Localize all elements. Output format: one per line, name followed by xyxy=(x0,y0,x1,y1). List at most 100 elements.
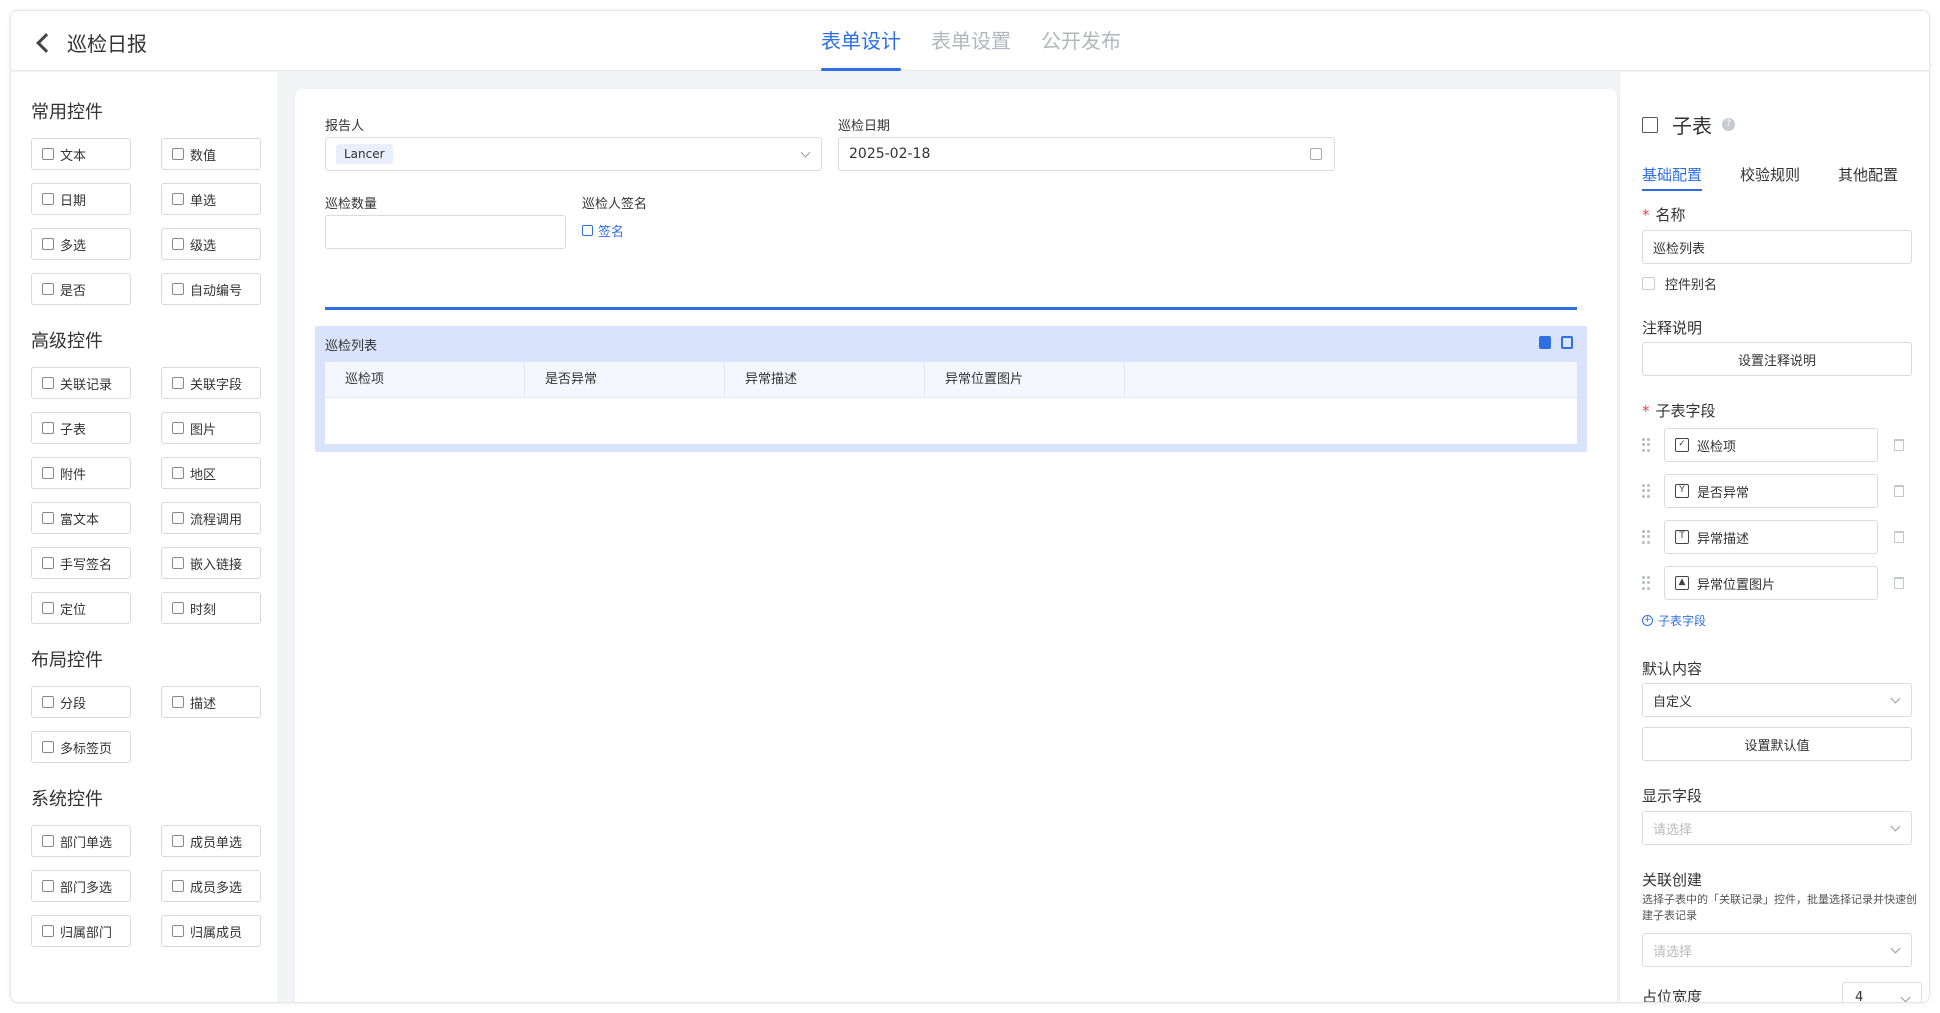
trash-icon[interactable] xyxy=(1894,577,1904,589)
control-item[interactable]: 地区 xyxy=(161,457,261,489)
control-item[interactable]: 数值 xyxy=(161,138,261,170)
control-item-label: 成员多选 xyxy=(190,880,243,896)
control-item-label: 子表 xyxy=(60,422,87,438)
linked-create-placeholder: 请选择 xyxy=(1653,944,1693,960)
checkbox-box[interactable] xyxy=(1642,277,1655,290)
name-label: * 名称 xyxy=(1642,206,1686,224)
control-item[interactable]: 分段 xyxy=(31,686,131,718)
control-item[interactable]: 嵌入链接 xyxy=(161,547,261,579)
control-item-label: 级选 xyxy=(190,238,217,254)
control-item[interactable]: 归属部门 xyxy=(31,915,131,947)
control-item[interactable]: 归属成员 xyxy=(161,915,261,947)
control-item[interactable]: 子表 xyxy=(31,412,131,444)
control-item[interactable]: 自动编号 xyxy=(161,273,261,305)
control-item[interactable]: 时刻 xyxy=(161,592,261,624)
tab-other-config[interactable]: 其他配置 xyxy=(1838,164,1898,191)
help-icon[interactable]: ? xyxy=(1722,118,1735,131)
control-item-label: 归属成员 xyxy=(190,925,243,941)
drag-handle-icon[interactable] xyxy=(1642,530,1650,544)
control-item[interactable]: 手写签名 xyxy=(31,547,131,579)
control-item[interactable]: 成员单选 xyxy=(161,825,261,857)
control-icon xyxy=(42,741,54,753)
subfield-box[interactable]: Y 是否异常 xyxy=(1664,474,1878,508)
control-item[interactable]: 单选 xyxy=(161,183,261,215)
back-button[interactable]: 巡检日报 xyxy=(33,28,147,57)
reporter-select[interactable]: Lancer xyxy=(325,137,822,171)
date-input[interactable]: 2025-02-18 xyxy=(838,137,1335,171)
control-item[interactable]: 多选 xyxy=(31,228,131,260)
control-item[interactable]: 图片 xyxy=(161,412,261,444)
control-icon xyxy=(42,283,54,295)
control-item[interactable]: 定位 xyxy=(31,592,131,624)
sign-link[interactable]: 签名 xyxy=(582,221,624,240)
control-icon xyxy=(172,193,184,205)
app-window: 巡检日报 表单设计 表单设置 公开发布 常用控件 文本 数值 日期 单选 多选 级选 是否 自动… xyxy=(10,10,1930,1003)
linked-create-select[interactable]: 请选择 xyxy=(1642,933,1912,967)
top-header: 巡检日报 表单设计 表单设置 公开发布 xyxy=(11,11,1929,71)
tab-form-settings[interactable]: 表单设置 xyxy=(931,11,1011,71)
control-item-label: 附件 xyxy=(60,467,87,483)
properties-title-text: 子表 xyxy=(1672,114,1712,138)
control-item[interactable]: 是否 xyxy=(31,273,131,305)
control-item-label: 定位 xyxy=(60,602,87,618)
display-field-select[interactable]: 请选择 xyxy=(1642,811,1912,845)
control-item[interactable]: 流程调用 xyxy=(161,502,261,534)
subtable-column[interactable]: 巡检项 xyxy=(325,362,525,397)
alias-checkbox[interactable]: 控件别名 xyxy=(1642,274,1717,293)
control-item[interactable]: 描述 xyxy=(161,686,261,718)
copy-icon[interactable] xyxy=(1539,336,1551,349)
control-item[interactable]: 富文本 xyxy=(31,502,131,534)
subtable-column[interactable]: 是否异常 xyxy=(525,362,725,397)
trash-icon[interactable] xyxy=(1894,485,1904,497)
control-item[interactable]: 成员多选 xyxy=(161,870,261,902)
text-icon: T xyxy=(1675,530,1689,544)
control-item[interactable]: 多标签页 xyxy=(31,731,131,763)
set-default-button[interactable]: 设置默认值 xyxy=(1642,727,1912,761)
control-item-label: 分段 xyxy=(60,696,87,712)
control-item[interactable]: 部门单选 xyxy=(31,825,131,857)
tab-validation-rules[interactable]: 校验规则 xyxy=(1740,164,1800,191)
properties-title: 子表 ? xyxy=(1642,110,1735,139)
subfield-box[interactable]: ✓ 巡检项 xyxy=(1664,428,1878,462)
add-subfield-link[interactable]: + 子表字段 xyxy=(1642,612,1706,629)
drag-handle-icon[interactable] xyxy=(1642,438,1650,452)
control-icon xyxy=(42,512,54,524)
delete-icon[interactable] xyxy=(1561,336,1573,349)
subtable-column[interactable]: 异常描述 xyxy=(725,362,925,397)
control-item[interactable]: 级选 xyxy=(161,228,261,260)
control-grid: 部门单选 成员单选部门多选 成员多选归属部门 归属成员 xyxy=(31,825,278,947)
tab-basic-config[interactable]: 基础配置 xyxy=(1642,164,1703,191)
drag-handle-icon[interactable] xyxy=(1642,576,1650,590)
control-icon xyxy=(172,283,184,295)
chevron-left-icon xyxy=(36,32,56,53)
name-input[interactable]: 巡检列表 xyxy=(1642,230,1912,264)
control-item-label: 部门多选 xyxy=(60,880,113,896)
tab-form-design[interactable]: 表单设计 xyxy=(821,11,901,71)
control-icon xyxy=(42,377,54,389)
control-item[interactable]: 关联记录 xyxy=(31,367,131,399)
subtable-column[interactable]: 异常位置图片 xyxy=(925,362,1125,397)
subfield-box[interactable]: T 异常描述 xyxy=(1664,520,1878,554)
control-item[interactable]: 文本 xyxy=(31,138,131,170)
control-group-title: 系统控件 xyxy=(31,789,103,810)
subtable-widget[interactable]: 巡检列表 巡检项 是否异常 异常描述 异常位置图片 xyxy=(315,326,1587,452)
control-icon xyxy=(42,148,54,160)
control-item[interactable]: 附件 xyxy=(31,457,131,489)
control-item[interactable]: 关联字段 xyxy=(161,367,261,399)
subtable-actions xyxy=(1539,336,1573,349)
control-item[interactable]: 部门多选 xyxy=(31,870,131,902)
trash-icon[interactable] xyxy=(1894,439,1904,451)
reporter-tag[interactable]: Lancer xyxy=(336,144,393,164)
subfield-row: ▲ 异常位置图片 xyxy=(1642,565,1912,601)
width-select[interactable]: 4 xyxy=(1842,982,1922,1002)
drag-handle-icon[interactable] xyxy=(1642,484,1650,498)
tab-public-publish[interactable]: 公开发布 xyxy=(1041,11,1121,71)
controls-panel: 常用控件 文本 数值 日期 单选 多选 级选 是否 自动编号 高级控件 关联记录 关联字段 子表 图片 附件… xyxy=(11,72,279,1002)
control-icon xyxy=(172,512,184,524)
set-comment-button[interactable]: 设置注释说明 xyxy=(1642,342,1912,376)
count-input[interactable] xyxy=(325,215,566,249)
subfield-box[interactable]: ▲ 异常位置图片 xyxy=(1664,566,1878,600)
trash-icon[interactable] xyxy=(1894,531,1904,543)
control-item[interactable]: 日期 xyxy=(31,183,131,215)
default-content-select[interactable]: 自定义 xyxy=(1642,683,1912,717)
